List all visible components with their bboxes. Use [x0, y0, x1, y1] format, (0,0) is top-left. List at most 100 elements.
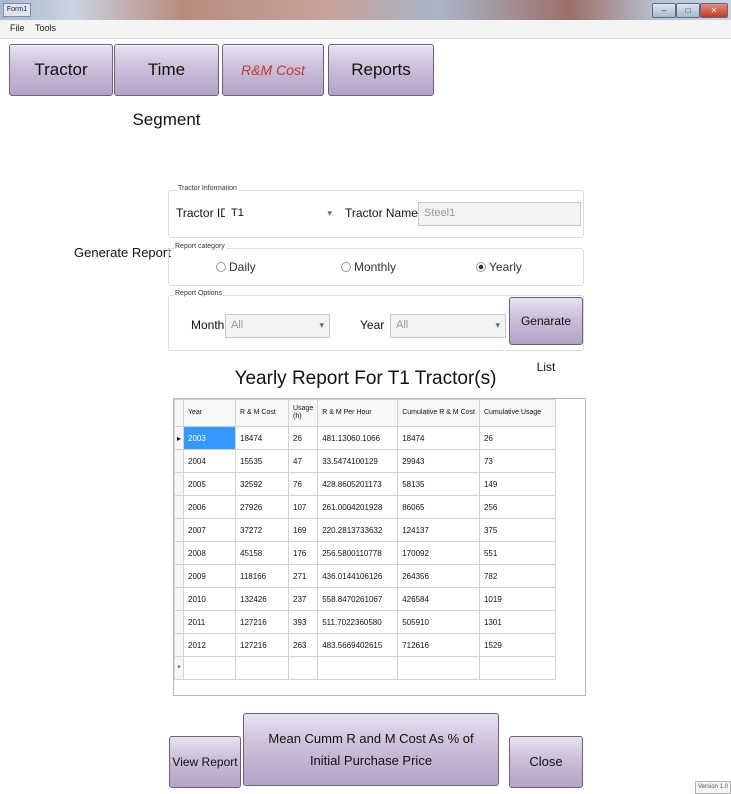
- table-cell[interactable]: [478, 656, 556, 680]
- table-cell[interactable]: 132426: [235, 587, 289, 611]
- row-header[interactable]: [174, 449, 184, 473]
- report-grid[interactable]: Year R & M Cost Usage (h) R & M Per Hour…: [173, 398, 586, 696]
- table-cell[interactable]: 712616: [397, 633, 480, 657]
- table-cell[interactable]: 45158: [235, 541, 289, 565]
- view-report-button[interactable]: View Report: [169, 736, 241, 788]
- table-cell[interactable]: 481.13060.1066: [317, 426, 399, 450]
- table-cell[interactable]: 261.0004201928: [317, 495, 399, 519]
- row-header[interactable]: [174, 633, 184, 657]
- table-row[interactable]: 2012 127216 263 483.5669402615 712616 1529: [174, 633, 556, 657]
- table-cell[interactable]: 436.0144106126: [317, 564, 399, 588]
- tab-tractor[interactable]: Tractor: [9, 44, 113, 96]
- table-cell[interactable]: 29943: [397, 449, 480, 473]
- table-cell[interactable]: 2007: [183, 518, 236, 542]
- table-cell[interactable]: 1301: [478, 610, 556, 634]
- table-cell[interactable]: 2010: [183, 587, 236, 611]
- table-cell[interactable]: [397, 656, 480, 680]
- table-cell[interactable]: 511.7022360580: [317, 610, 399, 634]
- table-cell[interactable]: 124137: [397, 518, 480, 542]
- column-header-rm-cost[interactable]: R & M Cost: [235, 399, 289, 427]
- row-header[interactable]: [174, 541, 184, 565]
- table-cell[interactable]: 393: [287, 610, 319, 634]
- table-cell[interactable]: 127216: [235, 610, 289, 634]
- table-cell[interactable]: 86065: [397, 495, 480, 519]
- maximize-button[interactable]: □: [676, 3, 700, 18]
- row-header[interactable]: [174, 495, 184, 519]
- table-cell[interactable]: 118166: [235, 564, 289, 588]
- table-cell[interactable]: [287, 656, 319, 680]
- table-cell[interactable]: 58135: [397, 472, 480, 496]
- table-cell[interactable]: 2003: [183, 426, 236, 450]
- column-header-year[interactable]: Year: [183, 399, 236, 427]
- table-row[interactable]: 2010 132426 237 558.8470261067 426584 1019: [174, 587, 556, 611]
- table-cell[interactable]: 2012: [183, 633, 236, 657]
- radio-monthly[interactable]: Monthly: [341, 260, 396, 274]
- row-header[interactable]: [174, 587, 184, 611]
- radio-yearly[interactable]: Yearly: [476, 260, 522, 274]
- row-header[interactable]: [174, 518, 184, 542]
- table-cell[interactable]: 37272: [235, 518, 289, 542]
- table-cell[interactable]: 551: [478, 541, 556, 565]
- table-cell[interactable]: 18474: [397, 426, 480, 450]
- tab-reports[interactable]: Reports: [328, 44, 434, 96]
- table-cell[interactable]: [235, 656, 289, 680]
- table-cell[interactable]: 264356: [397, 564, 480, 588]
- table-cell[interactable]: 27926: [235, 495, 289, 519]
- table-cell[interactable]: 2009: [183, 564, 236, 588]
- table-cell[interactable]: 176: [287, 541, 319, 565]
- radio-daily[interactable]: Daily: [216, 260, 256, 274]
- table-cell[interactable]: 2005: [183, 472, 236, 496]
- table-cell[interactable]: 558.8470261067: [317, 587, 399, 611]
- minimize-button[interactable]: –: [652, 3, 676, 18]
- table-cell[interactable]: [183, 656, 236, 680]
- table-cell[interactable]: 107: [287, 495, 319, 519]
- table-row[interactable]: 2006 27926 107 261.0004201928 86065 256: [174, 495, 556, 519]
- table-cell[interactable]: 15535: [235, 449, 289, 473]
- new-row[interactable]: *: [174, 656, 556, 680]
- table-cell[interactable]: 237: [287, 587, 319, 611]
- year-select[interactable]: All ▾: [390, 314, 506, 338]
- table-cell[interactable]: 127216: [235, 633, 289, 657]
- tractor-name-field[interactable]: Steel1: [418, 202, 581, 226]
- tab-time-segment[interactable]: Time Segment: [114, 44, 219, 129]
- table-cell[interactable]: 33.5474100129: [317, 449, 399, 473]
- row-header[interactable]: [174, 472, 184, 496]
- table-cell[interactable]: 2011: [183, 610, 236, 634]
- table-row[interactable]: 2011 127216 393 511.7022360580 505910 1301: [174, 610, 556, 634]
- table-cell[interactable]: 483.5669402615: [317, 633, 399, 657]
- menu-file[interactable]: File: [10, 23, 25, 33]
- row-header[interactable]: [174, 610, 184, 634]
- table-cell[interactable]: 170092: [397, 541, 480, 565]
- column-header-usage[interactable]: Usage (h): [287, 399, 319, 427]
- table-cell[interactable]: [317, 656, 399, 680]
- table-cell[interactable]: 782: [478, 564, 556, 588]
- table-cell[interactable]: 220.2813733632: [317, 518, 399, 542]
- table-cell[interactable]: 32592: [235, 472, 289, 496]
- menu-tools[interactable]: Tools: [35, 23, 56, 33]
- table-row[interactable]: 2005 32592 76 428.8605201173 58135 149: [174, 472, 556, 496]
- row-header[interactable]: [174, 564, 184, 588]
- column-header-rm-per-hour[interactable]: R & M Per Hour: [317, 399, 399, 427]
- table-cell[interactable]: 47: [287, 449, 319, 473]
- table-row[interactable]: 2008 45158 176 256.5800110778 170092 551: [174, 541, 556, 565]
- table-cell[interactable]: 375: [478, 518, 556, 542]
- table-cell[interactable]: 256: [478, 495, 556, 519]
- table-row[interactable]: 2004 15535 47 33.5474100129 29943 73: [174, 449, 556, 473]
- table-cell[interactable]: 271: [287, 564, 319, 588]
- table-cell[interactable]: 2004: [183, 449, 236, 473]
- table-cell[interactable]: 1529: [478, 633, 556, 657]
- table-cell[interactable]: 256.5800110778: [317, 541, 399, 565]
- table-cell[interactable]: 149: [478, 472, 556, 496]
- mean-cumm-cost-button[interactable]: Mean Cumm R and M Cost As % of Initial P…: [243, 713, 499, 786]
- table-cell[interactable]: 73: [478, 449, 556, 473]
- table-cell[interactable]: 169: [287, 518, 319, 542]
- row-header[interactable]: ▸: [174, 426, 184, 450]
- tab-rm-cost[interactable]: R&M Cost: [222, 44, 324, 96]
- table-cell[interactable]: 1019: [478, 587, 556, 611]
- table-cell[interactable]: 263: [287, 633, 319, 657]
- table-cell[interactable]: 428.8605201173: [317, 472, 399, 496]
- table-row[interactable]: ▸ 2003 18474 26 481.13060.1066 18474 26: [174, 426, 556, 450]
- column-header-cumulative-rm-cost[interactable]: Cumulative R & M Cost: [397, 399, 480, 427]
- tractor-id-select[interactable]: T1 ▾: [225, 202, 338, 226]
- month-select[interactable]: All ▾: [225, 314, 330, 338]
